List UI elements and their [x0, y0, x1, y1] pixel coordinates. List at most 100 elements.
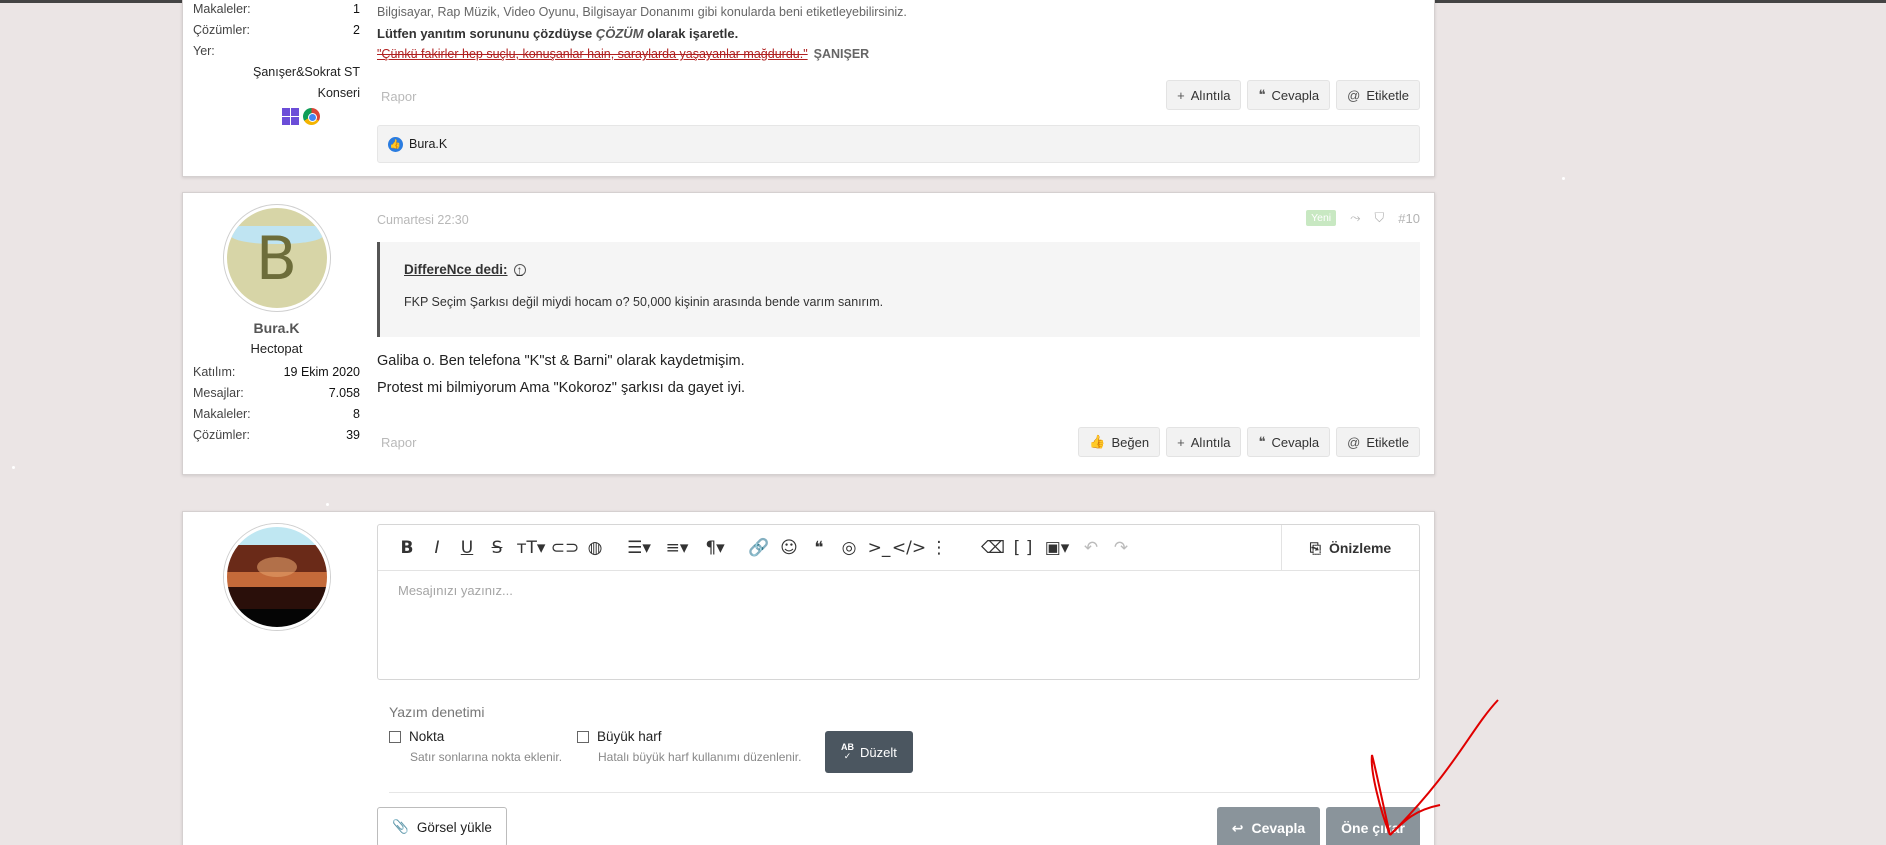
italic-icon[interactable]: I: [422, 533, 452, 563]
reaction-user-link[interactable]: Bura.K: [409, 137, 447, 151]
stat-row: Makaleler: 8: [193, 407, 360, 421]
report-link[interactable]: Rapor: [381, 435, 416, 450]
os-icons: [193, 108, 360, 125]
plus-icon: +: [1177, 87, 1185, 103]
arrow-up-icon[interactable]: ↑: [513, 263, 526, 276]
location-value: Şanışer&Sokrat ST: [253, 65, 360, 79]
quote-author-link[interactable]: DiffereNce dedi: ↑: [404, 262, 1396, 277]
post-content-2: Cumartesi 22:30 Yeni ⤳ ⛉ #10 DiffereNce …: [377, 193, 1420, 476]
link-icon[interactable]: 🔗: [744, 533, 774, 563]
option-capitalization: Büyük harf Hatalı büyük harf kullanımı d…: [577, 729, 825, 773]
at-icon: @: [1347, 87, 1361, 103]
reply-button[interactable]: ❝ Cevapla: [1247, 427, 1331, 457]
stat-row: Çözümler: 39: [193, 428, 360, 442]
bbcode-icon[interactable]: [ ]: [1008, 533, 1038, 563]
post-body-line: Protest mi bilmiyorum Ama "Kokoroz" şark…: [377, 380, 746, 396]
username-link[interactable]: Bura.K: [193, 320, 360, 336]
bold-icon[interactable]: B: [392, 533, 422, 563]
reply-button[interactable]: ❝ Cevapla: [1247, 80, 1331, 110]
avatar: [223, 524, 330, 630]
signature-quote-author: ŞANIŞER: [813, 47, 870, 61]
quote-text: FKP Seçim Şarkısı değil miydi hocam o? 5…: [404, 295, 884, 309]
upload-image-button[interactable]: 📎 Görsel yükle: [377, 807, 507, 845]
reply-arrow-icon: ↩: [1231, 819, 1244, 836]
bookmark-icon[interactable]: ⛉: [1375, 210, 1385, 226]
option-period: Nokta Satır sonlarına nokta eklenir.: [389, 729, 577, 773]
share-icon[interactable]: ⤳: [1350, 210, 1360, 226]
quote-icon: ❝: [1258, 434, 1266, 449]
more-icon[interactable]: ⋮: [924, 533, 954, 563]
preview-button[interactable]: ⎘ Önizleme: [1281, 525, 1419, 571]
snowflake: [1562, 177, 1565, 180]
strikethrough-icon[interactable]: S: [482, 533, 512, 563]
feature-button[interactable]: Öne çıkar: [1326, 807, 1420, 845]
spellcheck-icon: AB ✓: [841, 742, 854, 761]
spell-check-title: Yazım denetimi: [389, 704, 485, 720]
signature-quote: "Çünkü fakirler hep suçlu, konuşanlar ha…: [377, 44, 1420, 65]
quote-button[interactable]: + Alıntıla: [1166, 80, 1242, 110]
paragraph-icon[interactable]: ¶▾: [696, 533, 734, 563]
plus-icon: +: [1177, 434, 1185, 450]
stat-row: Mesajlar: 7.058: [193, 386, 360, 400]
stat-row: Yer:: [193, 44, 215, 58]
emoji-icon[interactable]: ☺: [774, 533, 804, 563]
mention-button[interactable]: @ Etiketle: [1336, 427, 1420, 457]
reply-card: B I U S тT▾ ⊂⊃ ◍ ☰▾ ≡▾ ¶▾ 🔗 ☺ ❝ ◎ >_ </>…: [182, 511, 1435, 845]
post-body: Galiba o. Ben telefona "K"st & Barni" ol…: [377, 348, 745, 402]
like-icon: 👍: [388, 136, 403, 152]
user-info-2: B Bura.K Hectopat Katılım: 19 Ekim 2020 M…: [193, 193, 360, 446]
signature-quote-link[interactable]: "Çünkü fakirler hep suçlu, konuşanlar ha…: [377, 47, 808, 61]
fix-button[interactable]: AB ✓ Düzelt: [825, 731, 913, 773]
snowflake: [12, 466, 15, 469]
like-button[interactable]: 👍 Beğen: [1078, 427, 1161, 457]
chrome-icon: [303, 108, 320, 125]
eraser-icon[interactable]: ⌫: [978, 533, 1008, 563]
reply-submit-button[interactable]: ↩ Cevapla: [1216, 807, 1321, 845]
editor-toolbar: B I U S тT▾ ⊂⊃ ◍ ☰▾ ≡▾ ¶▾ 🔗 ☺ ❝ ◎ >_ </>…: [378, 525, 1419, 571]
align-icon[interactable]: ≡▾: [658, 533, 696, 563]
submit-buttons: ↩ Cevapla Öne çıkar: [1216, 807, 1420, 845]
period-checkbox[interactable]: [389, 730, 401, 743]
underline-icon[interactable]: U: [452, 533, 482, 563]
paperclip-icon: 📎: [392, 819, 409, 834]
message-input[interactable]: Mesajınızı yazınız...: [378, 571, 1419, 610]
location-value: Konseri: [317, 86, 360, 100]
save-draft-icon[interactable]: ▣▾: [1038, 533, 1076, 563]
reactions-bar: 👍 Bura.K: [377, 125, 1420, 163]
signature-area: Bilgisayar, Rap Müzik, Video Oyunu, Bilg…: [377, 2, 1420, 163]
spell-check-section: Yazım denetimi Nokta Satır sonlarına nok…: [389, 704, 1389, 773]
redo-icon[interactable]: ↷: [1106, 533, 1136, 563]
signature-solution-note: Lütfen yanıtım sorununu çözdüyse ÇÖZÜM o…: [377, 26, 739, 41]
quote-icon: ❝: [1258, 87, 1266, 102]
user-title: Hectopat: [250, 341, 303, 356]
new-badge: Yeni: [1306, 210, 1337, 226]
post-tools: Yeni ⤳ ⛉ #10: [1306, 210, 1420, 226]
avatar[interactable]: B: [223, 205, 330, 311]
quote-block: DiffereNce dedi: ↑ FKP Seçim Şarkısı deği…: [377, 242, 1420, 337]
post-card-2: B Bura.K Hectopat Katılım: 19 Ekim 2020 M…: [182, 192, 1435, 475]
mention-button[interactable]: @ Etiketle: [1336, 80, 1420, 110]
spell-options: Nokta Satır sonlarına nokta eklenir. Büy…: [389, 729, 1389, 773]
windows-icon: [282, 108, 299, 125]
report-link[interactable]: Rapor: [381, 89, 416, 104]
spoiler-icon[interactable]: ◎: [834, 533, 864, 563]
code-icon[interactable]: </>: [892, 533, 926, 563]
inline-code-icon[interactable]: >_: [864, 533, 894, 563]
stat-row: Makaleler: 1: [193, 2, 360, 16]
user-info-1: Makaleler: 1 Çözümler: 2 Yer: Şanışer&Sokr…: [193, 0, 360, 125]
post-body-line: Galiba o. Ben telefona "K"st & Barni" ol…: [377, 353, 745, 369]
palette-icon[interactable]: ◍: [580, 533, 610, 563]
link-style-icon[interactable]: ⊂⊃: [550, 533, 580, 563]
list-icon[interactable]: ☰▾: [620, 533, 658, 563]
at-icon: @: [1347, 434, 1361, 450]
post-card-1: Makaleler: 1 Çözümler: 2 Yer: Şanışer&Sokr…: [182, 0, 1435, 177]
preview-icon: ⎘: [1309, 539, 1321, 556]
post-date[interactable]: Cumartesi 22:30: [377, 213, 469, 227]
text-size-icon[interactable]: тT▾: [512, 533, 550, 563]
post-number[interactable]: #10: [1398, 211, 1420, 226]
quote-button[interactable]: + Alıntıla: [1166, 427, 1242, 457]
undo-icon[interactable]: ↶: [1076, 533, 1106, 563]
message-editor: B I U S тT▾ ⊂⊃ ◍ ☰▾ ≡▾ ¶▾ 🔗 ☺ ❝ ◎ >_ </>…: [377, 524, 1420, 680]
quote-icon[interactable]: ❝: [804, 533, 834, 563]
capitalization-checkbox[interactable]: [577, 730, 589, 743]
